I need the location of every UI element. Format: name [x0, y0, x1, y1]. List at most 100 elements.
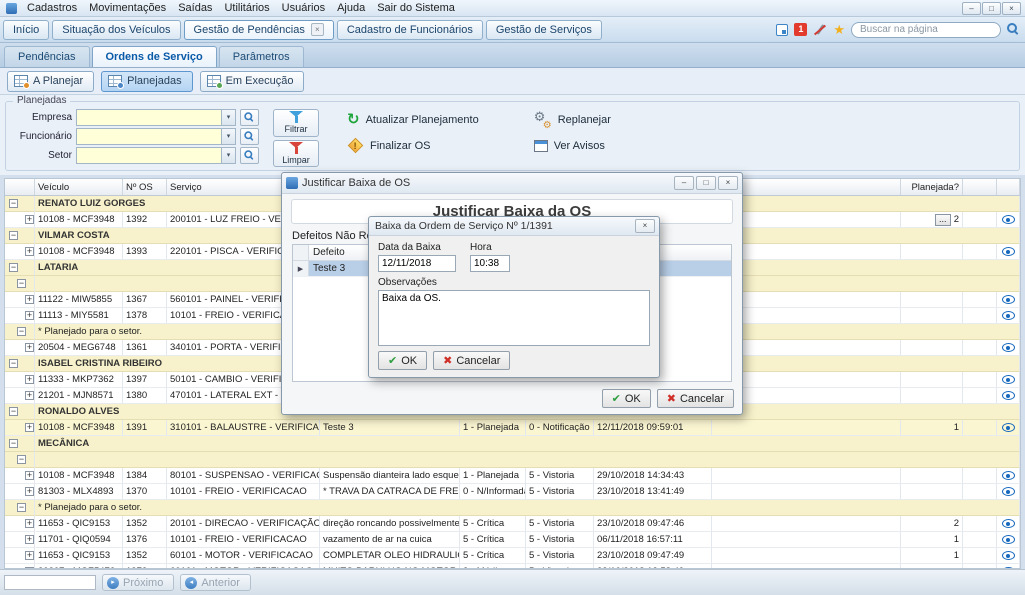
view-os-icon[interactable] — [1002, 247, 1015, 256]
collapse-icon[interactable]: − — [17, 279, 26, 288]
view-planejadas-button[interactable]: Planejadas — [101, 71, 192, 92]
cancel-button[interactable]: ✖ Cancelar — [433, 351, 510, 370]
search-input[interactable] — [851, 22, 1001, 38]
tab-situacao-veiculos[interactable]: Situação dos Veículos — [52, 20, 180, 40]
chevron-down-icon[interactable]: ▾ — [221, 110, 235, 125]
footer-input[interactable] — [4, 575, 96, 590]
view-os-icon[interactable] — [1002, 551, 1015, 560]
collapse-icon[interactable]: − — [17, 503, 26, 512]
table-row[interactable]: +11653 - QIC9153135220101 - DIRECAO - VE… — [5, 516, 1020, 532]
collapse-icon[interactable]: − — [17, 455, 26, 464]
menu-movimentacoes[interactable]: Movimentações — [83, 1, 172, 15]
table-row[interactable]: +10108 - MCF39481391310101 - BALAUSTRE -… — [5, 420, 1020, 436]
group-row[interactable]: −* Planejado para o setor. — [5, 500, 1020, 516]
close-icon[interactable]: × — [635, 219, 655, 233]
view-os-icon[interactable] — [1002, 343, 1015, 352]
wrench-icon[interactable] — [813, 23, 827, 37]
menu-utilitarios[interactable]: Utilitários — [218, 1, 275, 15]
tab-inicio[interactable]: Início — [3, 20, 49, 40]
hora-field[interactable] — [470, 255, 510, 272]
expand-icon[interactable]: + — [25, 375, 34, 384]
collapse-icon[interactable]: − — [9, 263, 18, 272]
collapse-icon[interactable]: − — [9, 231, 18, 240]
table-row[interactable]: +11701 - QIQ0594137610101 - FREIO - VERI… — [5, 532, 1020, 548]
limpar-button[interactable]: Limpar — [273, 140, 319, 168]
tab-gestao-pendencias[interactable]: Gestão de Pendências × — [184, 20, 334, 40]
expand-icon[interactable]: + — [25, 343, 34, 352]
expand-icon[interactable]: + — [25, 551, 34, 560]
view-os-icon[interactable] — [1002, 423, 1015, 432]
collapse-icon[interactable]: − — [9, 407, 18, 416]
group-row[interactable]: −MECÂNICA — [5, 436, 1020, 452]
minimize-icon[interactable]: – — [674, 176, 694, 190]
table-row[interactable]: +11653 - QIC9153135260101 - MOTOR - VERI… — [5, 548, 1020, 564]
ver-avisos-button[interactable]: Ver Avisos — [534, 138, 611, 153]
notification-badge[interactable]: 1 — [794, 23, 807, 36]
view-os-icon[interactable] — [1002, 535, 1015, 544]
chevron-down-icon[interactable]: ▾ — [221, 129, 235, 144]
expand-icon[interactable]: + — [25, 215, 34, 224]
group-row[interactable]: − — [5, 452, 1020, 468]
collapse-icon[interactable]: − — [9, 439, 18, 448]
setor-search-button[interactable] — [240, 147, 259, 164]
setor-select[interactable]: ▾ — [76, 147, 236, 164]
table-row[interactable]: +81303 - MLX4893137010101 - FREIO - VERI… — [5, 484, 1020, 500]
col-veiculo[interactable]: Veículo — [35, 179, 123, 195]
replanejar-button[interactable]: ⚙⚙ Replanejar — [534, 112, 611, 128]
funcionario-select[interactable]: ▾ — [76, 128, 236, 145]
view-os-icon[interactable] — [1002, 375, 1015, 384]
collapse-icon[interactable]: − — [17, 327, 26, 336]
tab-pendencias[interactable]: Pendências — [4, 46, 90, 67]
search-icon[interactable] — [1007, 23, 1020, 36]
tab-gestao-servicos[interactable]: Gestão de Serviços — [486, 20, 602, 40]
ellipsis-button[interactable]: ... — [935, 214, 951, 226]
menu-sair[interactable]: Sair do Sistema — [371, 1, 461, 15]
expand-icon[interactable]: + — [25, 423, 34, 432]
chevron-down-icon[interactable]: ▾ — [221, 148, 235, 163]
finalizar-os-button[interactable]: ! Finalizar OS — [347, 138, 479, 153]
anterior-button[interactable]: ◂ Anterior — [180, 574, 251, 591]
tab-close-icon[interactable]: × — [311, 23, 324, 36]
view-os-icon[interactable] — [1002, 391, 1015, 400]
view-os-icon[interactable] — [1002, 295, 1015, 304]
view-os-icon[interactable] — [1002, 311, 1015, 320]
table-row[interactable]: +10108 - MCF3948138480101 - SUSPENSAO - … — [5, 468, 1020, 484]
collapse-icon[interactable]: − — [9, 359, 18, 368]
empresa-select[interactable]: ▾ — [76, 109, 236, 126]
tab-parametros[interactable]: Parâmetros — [219, 46, 304, 67]
view-os-icon[interactable] — [1002, 215, 1015, 224]
collapse-icon[interactable]: − — [9, 199, 18, 208]
col-planejada[interactable]: Planejada? — [901, 179, 963, 195]
expand-icon[interactable]: + — [25, 519, 34, 528]
expand-icon[interactable]: + — [25, 295, 34, 304]
menu-cadastros[interactable]: Cadastros — [21, 1, 83, 15]
funcionario-search-button[interactable] — [240, 128, 259, 145]
expand-icon[interactable]: + — [25, 311, 34, 320]
panel-toggle-icon[interactable] — [776, 24, 788, 36]
empresa-search-button[interactable] — [240, 109, 259, 126]
cancel-button[interactable]: ✖ Cancelar — [657, 389, 734, 408]
tab-ordens-servico[interactable]: Ordens de Serviço — [92, 46, 217, 67]
expand-icon[interactable]: + — [25, 471, 34, 480]
close-icon[interactable]: × — [1002, 2, 1021, 15]
ok-button[interactable]: ✔ OK — [602, 389, 651, 408]
view-os-icon[interactable] — [1002, 487, 1015, 496]
expand-icon[interactable]: + — [25, 487, 34, 496]
atualizar-planejamento-button[interactable]: ↻ Atualizar Planejamento — [347, 112, 479, 128]
expand-icon[interactable]: + — [25, 247, 34, 256]
minimize-icon[interactable]: – — [962, 2, 981, 15]
col-os[interactable]: Nº OS — [123, 179, 167, 195]
expand-icon[interactable]: + — [25, 391, 34, 400]
filtrar-button[interactable]: Filtrar — [273, 109, 319, 137]
view-os-icon[interactable] — [1002, 519, 1015, 528]
proximo-button[interactable]: ▸ Próximo — [102, 574, 174, 591]
view-a-planejar-button[interactable]: A Planejar — [7, 71, 94, 92]
star-icon[interactable]: ★ — [833, 23, 845, 36]
ok-button[interactable]: ✔ OK — [378, 351, 427, 370]
view-em-execucao-button[interactable]: Em Execução — [200, 71, 305, 92]
tab-cadastro-funcionarios[interactable]: Cadastro de Funcionários — [337, 20, 483, 40]
maximize-icon[interactable]: □ — [696, 176, 716, 190]
data-baixa-field[interactable] — [378, 255, 456, 272]
close-icon[interactable]: × — [718, 176, 738, 190]
menu-ajuda[interactable]: Ajuda — [331, 1, 371, 15]
